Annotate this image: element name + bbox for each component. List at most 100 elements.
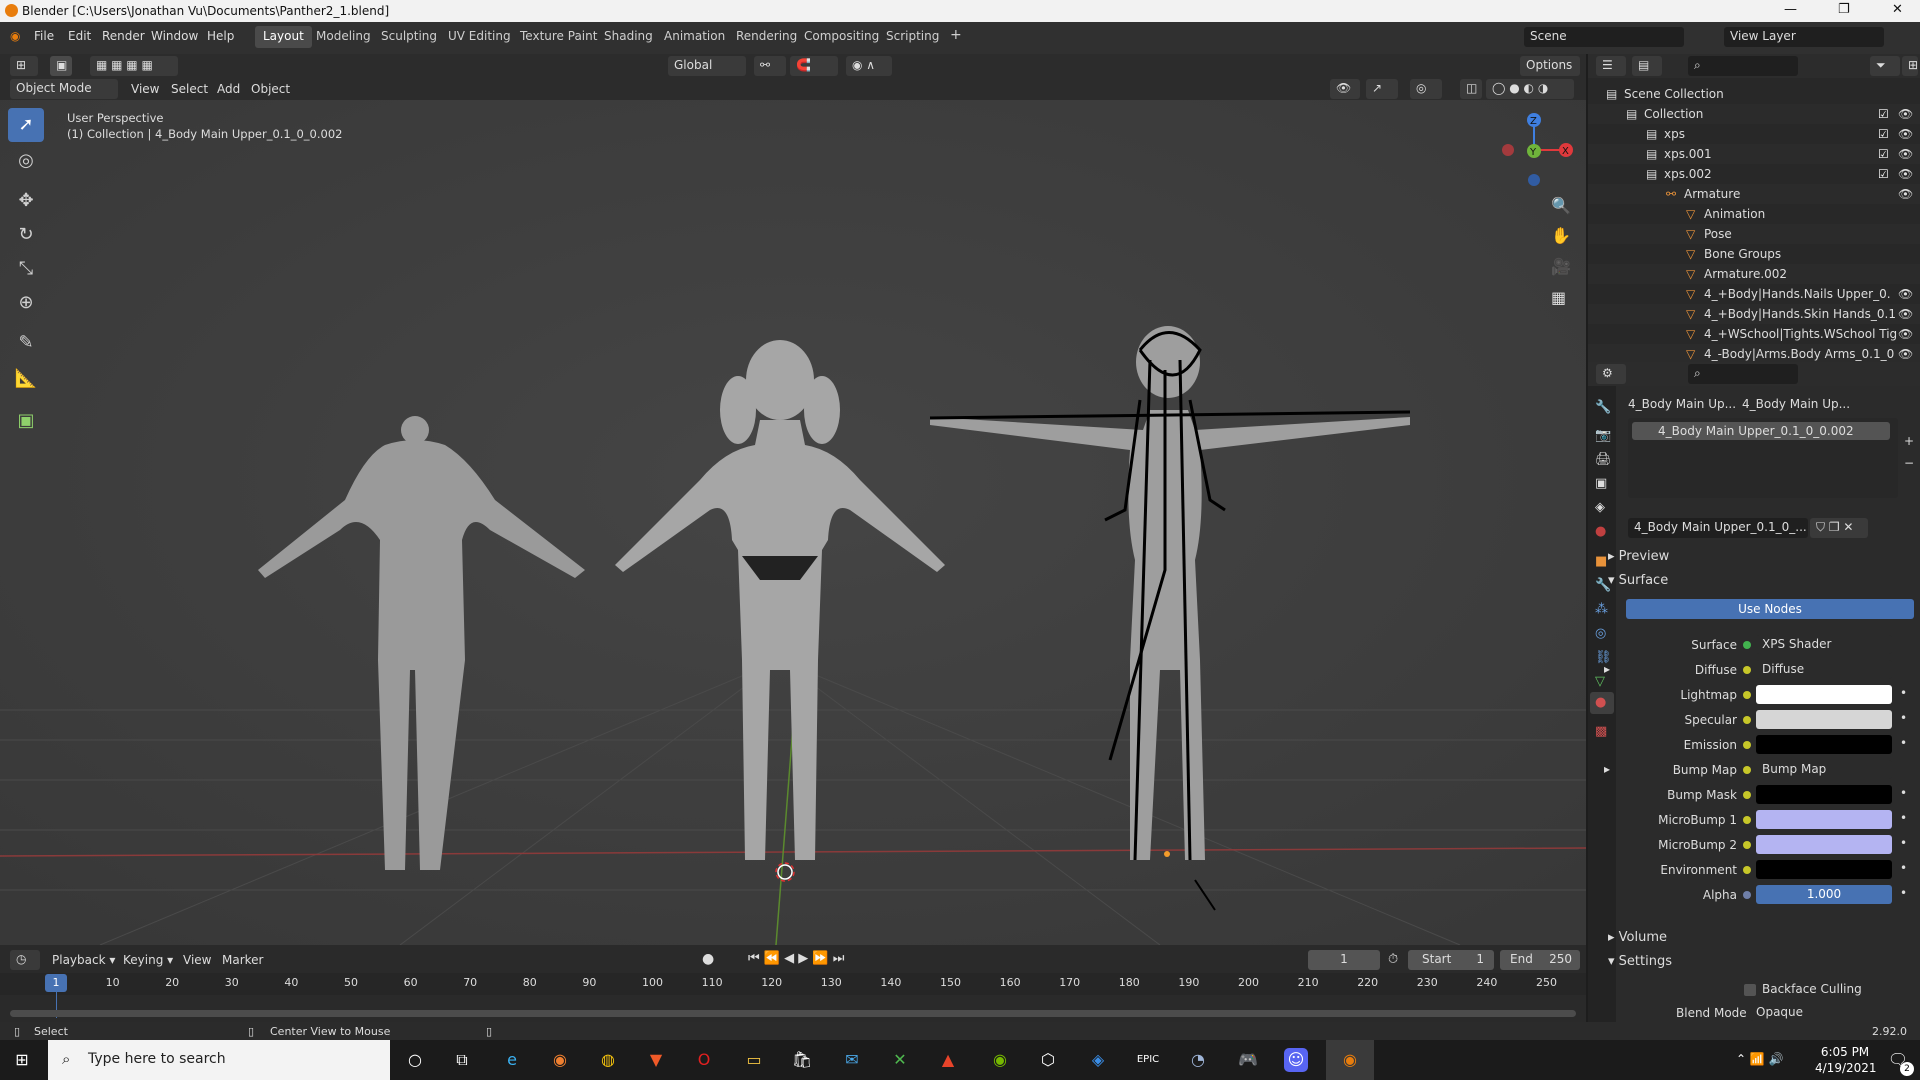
camera-view-icon[interactable]: 🎥 [1551,257,1571,276]
unity-icon[interactable]: ⬡ [1036,1048,1060,1072]
end-frame-field[interactable]: End 250 [1500,950,1580,970]
select-box-icon[interactable]: ▣ [50,56,72,76]
discord-icon[interactable]: ☺ [1284,1048,1308,1072]
eye-icon[interactable]: 👁 [1898,167,1913,181]
eye-icon[interactable]: 👁 [1898,307,1913,321]
opera-icon[interactable]: O [692,1048,716,1072]
store-icon[interactable]: 🛍 [790,1048,814,1072]
start-frame-field[interactable]: Start 1 [1408,950,1494,970]
timeline-scrollbar[interactable] [10,1010,1576,1017]
tab-layout[interactable]: Layout [255,26,312,48]
xbox-icon[interactable]: ✕ [888,1048,912,1072]
add-workspace-button[interactable]: + [942,24,970,46]
section-volume[interactable]: ▸ Volume [1608,930,1667,945]
maximize-button[interactable]: ❐ [1838,2,1850,17]
scene-selector[interactable]: Scene [1524,27,1684,47]
cortana-icon[interactable]: ○ [403,1048,427,1072]
options-dropdown[interactable]: Options [1520,56,1580,76]
section-preview[interactable]: ▸ Preview [1608,549,1669,564]
material-slot-item[interactable]: 4_Body Main Upper_0.1_0_0.002 [1632,422,1890,440]
current-frame-field[interactable]: 1 [1308,950,1380,970]
expand-arrow-icon[interactable]: ▸ [1604,662,1610,676]
remove-slot-icon[interactable]: − [1904,456,1914,470]
linked-node-field[interactable]: Diffuse [1756,660,1892,679]
chrome-icon[interactable]: ◍ [596,1048,620,1072]
outliner-row[interactable]: ▽ Animation [1588,204,1920,224]
tab-rendering[interactable]: Rendering [728,26,805,48]
tab-uv-editing[interactable]: UV Editing [440,26,519,48]
keyframe-dot-icon[interactable]: • [1900,811,1907,825]
menu-edit[interactable]: Edit [68,29,91,43]
bluestacks-icon[interactable]: ◈ [1086,1048,1110,1072]
number-field[interactable]: 1.000 [1756,885,1892,904]
perspective-toggle-icon[interactable]: ▦ [1551,288,1566,307]
blend-mode-dropdown[interactable]: Opaque [1750,1003,1900,1021]
outliner-row[interactable]: ▽ Pose [1588,224,1920,244]
scene-tab-icon[interactable]: ◈ [1595,500,1605,515]
properties-editor-type-icon[interactable]: ⚙ [1596,364,1626,384]
menu-help[interactable]: Help [207,29,234,43]
exclude-checkbox[interactable]: ☑ [1878,147,1889,161]
playback-controls[interactable]: ⏮ ⏪ ◀ ▶ ⏩ ⏭ [748,951,844,966]
playhead[interactable]: 1 [45,974,67,992]
menu-select[interactable]: Select [171,82,208,96]
material-slot-list[interactable]: 4_Body Main Upper_0.1_0_0.002 [1628,418,1898,498]
color-swatch[interactable] [1756,710,1892,729]
tab-compositing[interactable]: Compositing [796,26,887,48]
move-tool-icon[interactable]: ✥ [8,184,44,218]
xray-icon[interactable]: ◫ [1460,79,1482,99]
blender-taskbar-button[interactable]: ◉ [1326,1040,1374,1080]
filter-icon[interactable]: ⏷ [1870,56,1900,76]
editor-type-icon[interactable]: ⊞ [10,56,38,76]
add-slot-icon[interactable]: + [1904,434,1914,448]
visibility-icon[interactable]: 👁 [1330,79,1360,99]
mail-icon[interactable]: ✉ [840,1048,864,1072]
world-tab-icon[interactable]: ● [1595,524,1606,539]
tab-sculpting[interactable]: Sculpting [373,26,445,48]
outliner-row[interactable]: ▤ xps.001 ☑ 👁 [1588,144,1920,164]
timeline-menu-keying[interactable]: Keying ▾ [123,953,173,967]
timeline-menu-playback[interactable]: Playback ▾ [52,953,115,967]
tray-icons[interactable]: ⌃ 📶 🔊 [1736,1052,1784,1066]
menu-window[interactable]: Window [151,29,198,43]
view-layer-selector[interactable]: View Layer [1724,27,1884,47]
edge-icon[interactable]: e [500,1048,524,1072]
game-controller-icon[interactable]: 🎮 [1236,1048,1260,1072]
brave-icon[interactable]: ▼ [644,1048,668,1072]
outliner-editor-type-icon[interactable]: ☰ [1596,56,1626,76]
timeline-menu-marker[interactable]: Marker [222,953,263,967]
outliner-row[interactable]: ▽ 4_+Body|Hands.Skin Hands_0.1 👁 [1588,304,1920,324]
output-tab-icon[interactable]: 🖨 [1595,452,1612,467]
eye-icon[interactable]: 👁 [1898,127,1913,141]
clock-icon[interactable]: ⏱ [1388,952,1398,967]
pan-hand-icon[interactable]: ✋ [1551,226,1571,245]
material-datablock-actions[interactable]: ⛉ ❐ ✕ [1810,518,1868,538]
expand-arrow-icon[interactable]: ▸ [1604,762,1610,776]
properties-search-input[interactable]: ⌕ [1688,364,1798,384]
snap-icon[interactable]: 🧲 [790,56,838,76]
outliner-row[interactable]: ▽ Armature.002 [1588,264,1920,284]
outliner-row[interactable]: ▽ 4_+WSchool|Tights.WSchool Tig 👁 [1588,324,1920,344]
outliner-row[interactable]: ▽ Bone Groups [1588,244,1920,264]
scale-tool-icon[interactable]: ⤡ [8,252,44,286]
keyframe-dot-icon[interactable]: • [1900,686,1907,700]
close-button[interactable]: ✕ [1892,2,1903,17]
section-surface[interactable]: ▾ Surface [1608,573,1668,588]
render-tab-icon[interactable]: 📷 [1595,428,1611,443]
keyframe-dot-icon[interactable]: • [1900,836,1907,850]
selection-mode-icons[interactable]: ▦ ▦ ▦ ▦ [90,56,178,76]
epic-games-icon[interactable]: EPIC [1136,1048,1160,1072]
color-swatch[interactable] [1756,810,1892,829]
task-view-icon[interactable]: ⧉ [450,1048,474,1072]
menu-view[interactable]: View [131,82,159,96]
tab-modeling[interactable]: Modeling [308,26,379,48]
proportional-edit-icon[interactable]: ◉ ∧ [846,56,892,76]
mode-dropdown[interactable]: Object Mode [10,79,118,99]
transform-tool-icon[interactable]: ⊕ [8,286,44,320]
tool-tab-icon[interactable]: 🔧 [1595,400,1611,415]
tab-shading[interactable]: Shading [596,26,661,48]
gizmo-toggle-icon[interactable]: ↗ [1366,79,1398,99]
menu-add[interactable]: Add [217,82,240,96]
rotate-tool-icon[interactable]: ↻ [8,218,44,252]
color-swatch[interactable] [1756,685,1892,704]
